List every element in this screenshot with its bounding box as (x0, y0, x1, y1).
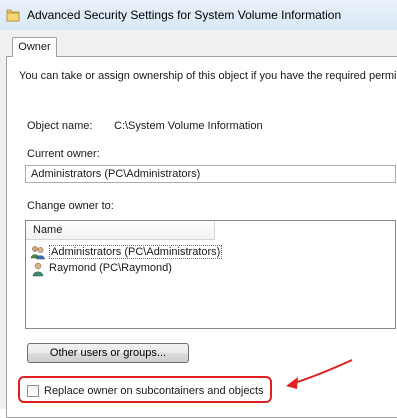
list-item-raymond[interactable]: Raymond (PC\Raymond) (30, 261, 220, 277)
object-name-label: Object name: (27, 120, 93, 132)
title-bar: Advanced Security Settings for System Vo… (0, 0, 397, 31)
name-column-header[interactable]: Name (26, 221, 215, 240)
list-item-label: Raymond (PC\Raymond) (49, 262, 172, 274)
folder-icon (6, 9, 20, 22)
change-owner-label: Change owner to: (27, 200, 114, 212)
list-item-administrators[interactable]: Administrators (PC\Administrators) (30, 244, 223, 260)
owner-listbox[interactable]: Name Administrators (PC\Administrators) … (25, 220, 396, 329)
other-users-or-groups-button[interactable]: Other users or groups... (27, 343, 189, 363)
tab-owner[interactable]: Owner (12, 37, 57, 57)
current-owner-field[interactable]: Administrators (PC\Administrators) (25, 165, 396, 183)
group-users-icon (30, 246, 45, 260)
current-owner-label: Current owner: (27, 148, 100, 160)
list-item-label: Administrators (PC\Administrators) (49, 245, 223, 259)
current-owner-value: Administrators (PC\Administrators) (31, 168, 201, 180)
user-icon (32, 262, 44, 277)
window-title: Advanced Security Settings for System Vo… (27, 8, 342, 22)
intro-text: You can take or assign ownership of this… (19, 70, 397, 82)
name-column-label: Name (33, 224, 63, 236)
object-name-value: C:\System Volume Information (114, 120, 263, 132)
annotation-highlight-box (18, 376, 272, 403)
